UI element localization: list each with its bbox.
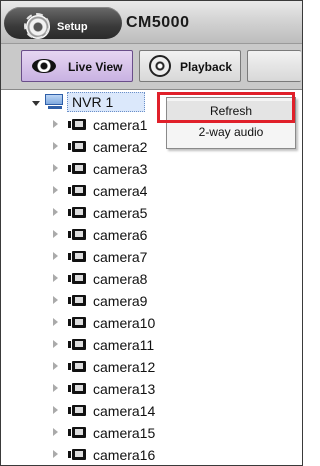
camera-icon: [68, 273, 86, 284]
camera-icon: [68, 251, 86, 262]
camera-label: camera1: [93, 117, 148, 133]
camera-label: camera14: [93, 403, 156, 419]
camera-icon: [68, 361, 86, 372]
camera-icon: [68, 295, 86, 306]
tree-node-camera[interactable]: camera10: [1, 312, 302, 334]
camera-icon: [68, 163, 86, 174]
camera-icon: [68, 207, 86, 218]
toolbar: Live View Playback: [1, 44, 302, 90]
camera-icon: [68, 119, 86, 130]
camera-icon: [68, 317, 86, 328]
highlight-box: [157, 92, 295, 123]
monitor-icon: [45, 94, 65, 110]
playback-label: Playback: [180, 60, 233, 74]
expand-arrow-icon[interactable]: [53, 318, 58, 326]
camera-label: camera13: [93, 381, 156, 397]
camera-icon: [68, 185, 86, 196]
tree-node-camera[interactable]: camera15: [1, 422, 302, 444]
camera-label: camera2: [93, 139, 148, 155]
eye-icon: [32, 59, 56, 73]
gear-ring: [24, 13, 50, 39]
expand-arrow-icon[interactable]: [53, 230, 58, 238]
tree-node-camera[interactable]: camera13: [1, 378, 302, 400]
expand-arrow-icon[interactable]: [53, 296, 58, 304]
camera-label: camera12: [93, 359, 156, 375]
film-reel-icon: [149, 55, 171, 77]
live-view-button[interactable]: Live View: [21, 50, 133, 82]
expand-arrow-icon[interactable]: [53, 340, 58, 348]
camera-icon: [68, 229, 86, 240]
camera-label: camera6: [93, 227, 148, 243]
tree-node-camera[interactable]: camera14: [1, 400, 302, 422]
collapse-arrow-icon[interactable]: [32, 101, 40, 106]
camera-label: camera8: [93, 271, 148, 287]
nvr-label: NVR 1: [72, 94, 114, 110]
camera-label: camera15: [93, 425, 156, 441]
camera-label: camera4: [93, 183, 148, 199]
toolbar-button-partial[interactable]: [247, 50, 301, 82]
expand-arrow-icon[interactable]: [53, 362, 58, 370]
playback-button[interactable]: Playback: [139, 50, 241, 82]
expand-arrow-icon[interactable]: [53, 428, 58, 436]
tree-node-camera[interactable]: camera9: [1, 290, 302, 312]
camera-icon: [68, 405, 86, 416]
camera-icon: [68, 427, 86, 438]
tree-node-camera[interactable]: camera7: [1, 246, 302, 268]
live-view-label: Live View: [68, 60, 123, 74]
expand-arrow-icon[interactable]: [53, 186, 58, 194]
camera-label: camera10: [93, 315, 156, 331]
camera-label: camera5: [93, 205, 148, 221]
camera-label: camera3: [93, 161, 148, 177]
tree-node-camera[interactable]: camera16: [1, 444, 302, 466]
camera-icon: [68, 339, 86, 350]
tree-node-camera[interactable]: camera11: [1, 334, 302, 356]
expand-arrow-icon[interactable]: [53, 164, 58, 172]
camera-icon: [68, 141, 86, 152]
expand-arrow-icon[interactable]: [53, 142, 58, 150]
tree-node-camera[interactable]: camera4: [1, 180, 302, 202]
app-title: CM5000: [126, 14, 190, 31]
expand-arrow-icon[interactable]: [53, 406, 58, 414]
setup-label: Setup: [57, 21, 88, 33]
camera-label: camera7: [93, 249, 148, 265]
expand-arrow-icon[interactable]: [53, 120, 58, 128]
camera-label: camera16: [93, 447, 156, 463]
expand-arrow-icon[interactable]: [53, 208, 58, 216]
tree-node-camera[interactable]: camera5: [1, 202, 302, 224]
tree-node-camera[interactable]: camera12: [1, 356, 302, 378]
expand-arrow-icon[interactable]: [53, 274, 58, 282]
setup-button[interactable]: Setup: [4, 7, 122, 39]
expand-arrow-icon[interactable]: [53, 252, 58, 260]
camera-label: camera11: [93, 337, 155, 353]
camera-icon: [68, 449, 86, 460]
expand-arrow-icon[interactable]: [53, 384, 58, 392]
tree-node-camera[interactable]: camera6: [1, 224, 302, 246]
camera-icon: [68, 383, 86, 394]
menu-item-2-way-audio[interactable]: 2-way audio: [167, 122, 295, 142]
expand-arrow-icon[interactable]: [53, 450, 58, 458]
title-bar: Setup CM5000: [1, 1, 302, 44]
tree-node-camera[interactable]: camera8: [1, 268, 302, 290]
tree-node-camera[interactable]: camera3: [1, 158, 302, 180]
camera-label: camera9: [93, 293, 148, 309]
cm5000-window: Setup CM5000 Live View Playback NVR 1 ca…: [0, 0, 303, 466]
